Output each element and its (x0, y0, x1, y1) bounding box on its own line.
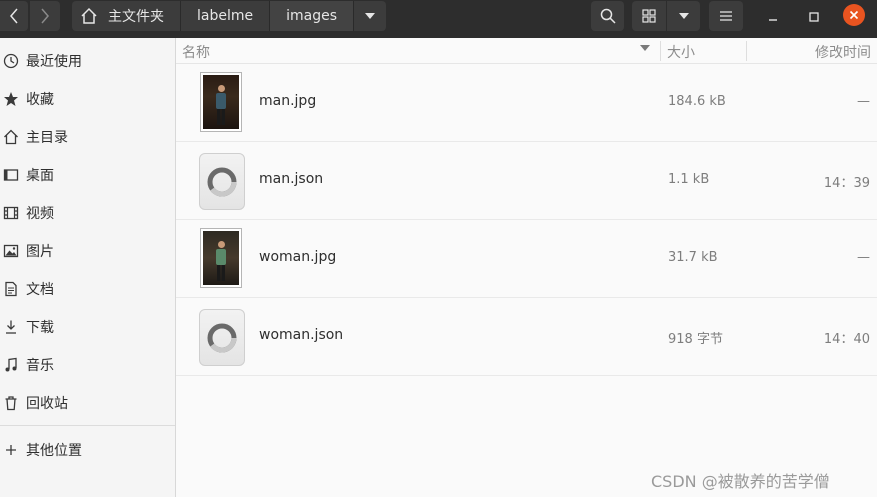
clock-icon (2, 52, 20, 70)
chevron-left-icon (10, 8, 18, 24)
photo-preview (203, 75, 239, 129)
back-button[interactable] (0, 1, 28, 31)
sidebar-item-label: 最近使用 (26, 54, 82, 70)
sidebar-item-label: 图片 (26, 244, 54, 260)
sidebar-item-downloads[interactable]: 下载 (0, 310, 175, 344)
file-name: man.json (259, 171, 324, 187)
breadcrumb-label: images (286, 8, 338, 24)
document-icon (2, 280, 20, 298)
sidebar-item-label: 文档 (26, 282, 54, 298)
minimize-button[interactable] (762, 6, 784, 28)
sort-descending-icon (640, 43, 650, 54)
breadcrumb-labelme[interactable]: labelme (181, 1, 271, 31)
image-icon (2, 242, 20, 260)
column-name-header[interactable]: 名称 (182, 42, 210, 62)
chevron-right-icon (41, 8, 49, 24)
person-figure (216, 241, 226, 285)
file-modified: 14：39 (823, 176, 870, 191)
sidebar-item-music[interactable]: 音乐 (0, 348, 175, 382)
person-figure (216, 85, 226, 129)
hamburger-icon (720, 11, 732, 21)
film-icon (2, 204, 20, 222)
sidebar-divider (0, 425, 175, 426)
file-modified: 14：40 (823, 332, 870, 347)
sidebar-item-trash[interactable]: 回收站 (0, 386, 175, 420)
sidebar-item-desktop[interactable]: 桌面 (0, 158, 175, 192)
column-header: 名称 大小 修改时间 (176, 38, 877, 64)
sidebar-item-label: 音乐 (26, 358, 54, 374)
main-menu-button[interactable] (709, 1, 743, 31)
trash-icon (2, 394, 20, 412)
column-size-header[interactable]: 大小 (667, 42, 695, 62)
file-size: 184.6 kB (668, 94, 726, 109)
triangle-down-icon (678, 13, 689, 19)
header-bar: 主文件夹 labelme images (0, 0, 877, 38)
breadcrumb-label: 主文件夹 (108, 9, 164, 25)
sidebar-item-label: 下载 (26, 320, 54, 336)
file-size: 918 字节 (668, 332, 723, 347)
file-size: 1.1 kB (668, 172, 710, 187)
maximize-icon (809, 12, 819, 22)
music-icon (2, 356, 20, 374)
sidebar-item-label: 主目录 (26, 130, 68, 146)
file-name: man.jpg (259, 93, 317, 109)
breadcrumb-label: labelme (197, 8, 254, 24)
desktop-icon (2, 166, 20, 184)
file-row[interactable]: man.json 1.1 kB 14：39 (176, 142, 877, 220)
download-icon (2, 318, 20, 336)
sidebar-item-documents[interactable]: 文档 (0, 272, 175, 306)
file-size: 31.7 kB (668, 250, 718, 265)
column-divider[interactable] (746, 41, 747, 61)
search-icon (600, 8, 616, 24)
sidebar-item-starred[interactable]: 收藏 (0, 82, 175, 116)
breadcrumb-home[interactable]: 主文件夹 (72, 1, 181, 31)
forward-button[interactable] (30, 1, 60, 31)
file-row[interactable]: woman.jpg 31.7 kB — (176, 220, 877, 298)
image-thumbnail (200, 72, 242, 132)
triangle-down-icon (365, 13, 376, 19)
view-mode-button[interactable] (632, 1, 666, 31)
sidebar-item-label: 视频 (26, 206, 54, 222)
sidebar: 最近使用 收藏 主目录 桌面 视频 图片 文档 下载 音乐 回收站 其他位置 (0, 38, 176, 497)
json-file-icon (199, 309, 245, 366)
home-icon (2, 128, 20, 146)
close-icon (849, 10, 859, 20)
json-file-icon (199, 153, 245, 210)
close-button[interactable] (843, 4, 865, 26)
column-divider[interactable] (660, 41, 661, 61)
star-icon (2, 90, 20, 108)
sidebar-item-label: 收藏 (26, 92, 54, 108)
file-row[interactable]: man.jpg 184.6 kB — (176, 64, 877, 142)
sidebar-item-recent[interactable]: 最近使用 (0, 44, 175, 78)
view-options-button[interactable] (667, 1, 700, 31)
sidebar-item-label: 回收站 (26, 396, 68, 412)
file-modified: — (857, 250, 870, 265)
minimize-icon (769, 19, 777, 21)
file-name: woman.jpg (259, 249, 337, 265)
sidebar-item-videos[interactable]: 视频 (0, 196, 175, 230)
file-row[interactable]: woman.json 918 字节 14：40 (176, 298, 877, 376)
file-list: man.jpg 184.6 kB — man.json 1.1 kB 14：39… (176, 64, 877, 376)
image-thumbnail (200, 228, 242, 288)
photo-preview (203, 231, 239, 285)
sidebar-item-label: 桌面 (26, 168, 54, 184)
watermark: CSDN @被散养的苦学僧 (651, 472, 830, 491)
file-modified: — (857, 94, 870, 109)
maximize-button[interactable] (803, 6, 825, 28)
plus-icon (2, 441, 20, 459)
sidebar-item-other-locations[interactable]: 其他位置 (0, 433, 175, 467)
path-menu-button[interactable] (354, 1, 387, 31)
column-modified-header[interactable]: 修改时间 (815, 42, 871, 62)
file-name: woman.json (259, 327, 344, 343)
sidebar-item-label: 其他位置 (26, 443, 82, 459)
home-icon (81, 7, 97, 24)
breadcrumb-images[interactable]: images (270, 1, 355, 31)
breadcrumb: 主文件夹 labelme images (72, 1, 387, 31)
grid-icon (642, 9, 656, 23)
sidebar-item-pictures[interactable]: 图片 (0, 234, 175, 268)
sidebar-item-home[interactable]: 主目录 (0, 120, 175, 154)
search-button[interactable] (591, 1, 624, 31)
